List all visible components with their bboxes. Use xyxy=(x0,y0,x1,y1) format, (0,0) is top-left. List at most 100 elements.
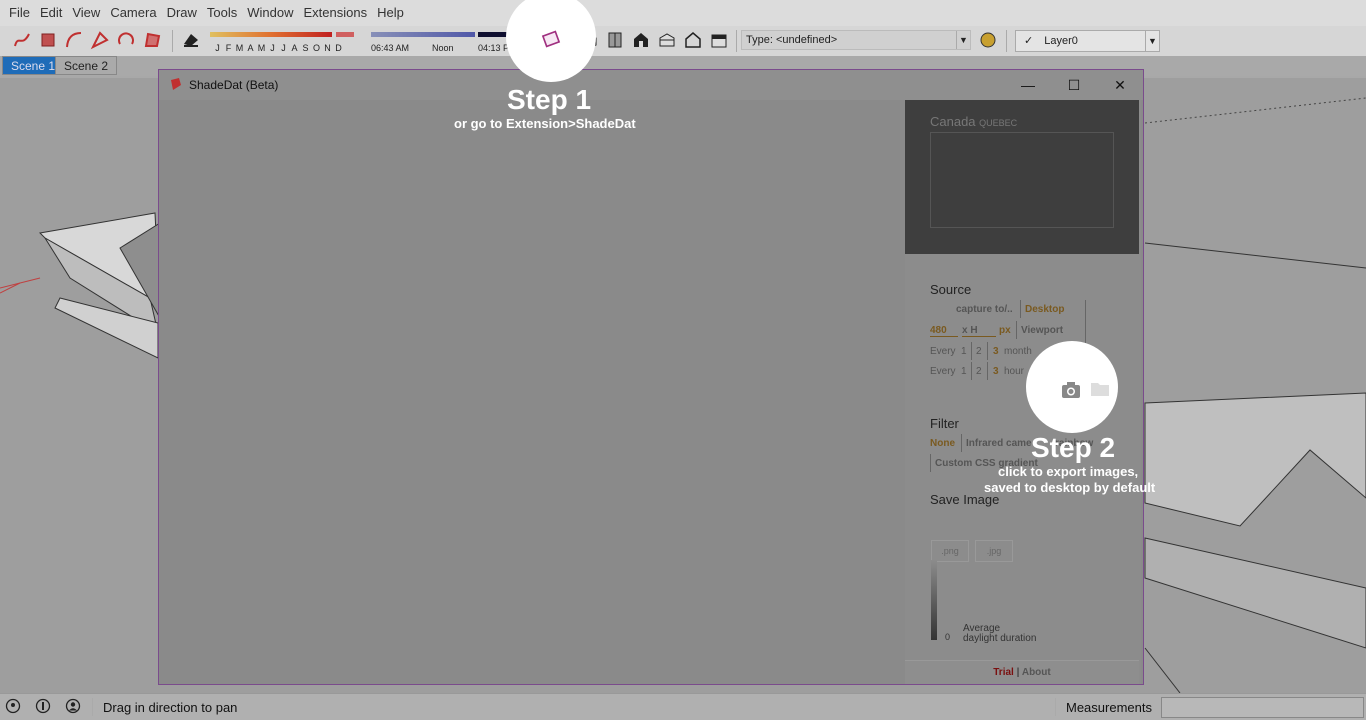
time-start-label: 06:43 AM xyxy=(371,43,410,53)
sketchup-app-icon xyxy=(171,78,181,90)
maximize-button[interactable]: ☐ xyxy=(1051,70,1097,100)
back-view-icon[interactable] xyxy=(683,30,703,50)
dialog-titlebar[interactable]: ShadeDat (Beta) — ☐ ✕ xyxy=(159,70,1143,100)
shadow-date-bar-end xyxy=(336,32,354,37)
month-label: F xyxy=(225,43,232,53)
px-label: px xyxy=(999,325,1011,336)
toolbar-separator xyxy=(736,30,737,52)
two-point-arc-icon[interactable] xyxy=(90,30,110,50)
about-link[interactable]: About xyxy=(1022,667,1051,678)
month-step-2[interactable]: 2 xyxy=(976,346,982,357)
legend-text: Average daylight duration xyxy=(963,624,1036,644)
classifier-icon[interactable] xyxy=(978,30,998,50)
hour-step-3[interactable]: 3 xyxy=(993,366,999,377)
step2-subtitle-line1: click to export images, xyxy=(998,464,1139,479)
height-input[interactable]: x H xyxy=(962,325,996,337)
close-button[interactable]: ✕ xyxy=(1097,70,1143,100)
separator xyxy=(971,362,972,380)
legend-zero-label: 0 xyxy=(945,632,951,642)
shadow-date-slider[interactable]: JFMAMJJASOND xyxy=(208,29,358,55)
location-country[interactable]: Canada QUEBEC xyxy=(930,114,1017,129)
width-input[interactable]: 480 xyxy=(930,325,958,337)
location-header: Canada QUEBEC xyxy=(905,100,1139,254)
time-noon-label: Noon xyxy=(432,43,454,53)
status-separator xyxy=(1055,698,1056,716)
source-title: Source xyxy=(930,282,972,297)
save-jpg-button[interactable]: .jpg xyxy=(975,540,1013,562)
menu-bar: File Edit View Camera Draw Tools Window … xyxy=(0,0,1366,26)
month-label: J xyxy=(215,43,220,53)
account-icon[interactable] xyxy=(65,698,81,714)
type-select-label: Type: <undefined> xyxy=(746,34,838,46)
separator xyxy=(961,434,962,452)
menu-edit[interactable]: Edit xyxy=(35,0,67,26)
month-label: J xyxy=(281,43,286,53)
shadow-time-slider[interactable]: 06:43 AM Noon 04:13 PM xyxy=(368,29,520,55)
shadows-toggle-icon[interactable] xyxy=(181,30,201,50)
hour-step-2[interactable]: 2 xyxy=(976,366,982,377)
dialog-title: ShadeDat (Beta) xyxy=(189,78,279,92)
menu-tools[interactable]: Tools xyxy=(202,0,242,26)
top-view-icon[interactable] xyxy=(605,30,625,50)
filter-none-option[interactable]: None xyxy=(930,438,955,449)
step2-subtitle-line2: saved to desktop by default xyxy=(984,480,1156,495)
filter-infrared-option[interactable]: Infrared came xyxy=(966,438,1032,449)
rectangle-icon[interactable] xyxy=(38,30,58,50)
step1-title: Step 1 xyxy=(507,84,592,115)
menu-camera[interactable]: Camera xyxy=(105,0,161,26)
toolbar: JFMAMJJASOND 06:43 AM Noon 04:13 PM Type… xyxy=(0,26,1366,56)
freehand-icon[interactable] xyxy=(12,30,32,50)
menu-file[interactable]: File xyxy=(4,0,35,26)
month-step-1[interactable]: 1 xyxy=(961,346,967,357)
capture-to-option[interactable]: capture to/.. xyxy=(956,304,1013,315)
polygon-icon[interactable] xyxy=(142,30,162,50)
month-label: J xyxy=(270,43,275,53)
shadedat-dialog: ShadeDat (Beta) — ☐ ✕ Canada QUEBEC Sour… xyxy=(158,69,1144,685)
menu-help[interactable]: Help xyxy=(372,0,409,26)
folder-icon[interactable] xyxy=(1090,381,1110,397)
front-view-icon[interactable] xyxy=(631,30,651,50)
month-unit-label: month xyxy=(1004,346,1032,357)
right-view-icon[interactable] xyxy=(657,30,677,50)
measurements-input[interactable] xyxy=(1161,697,1364,718)
month-label: M xyxy=(235,43,244,53)
menu-draw[interactable]: Draw xyxy=(162,0,202,26)
time-bar xyxy=(371,32,475,37)
menu-window[interactable]: Window xyxy=(242,0,298,26)
camera-icon[interactable] xyxy=(1061,381,1081,399)
viewport-option[interactable]: Viewport xyxy=(1021,325,1063,336)
status-hint: Drag in direction to pan xyxy=(103,700,238,715)
location-map[interactable] xyxy=(930,132,1114,228)
layer-check-icon: ✓ xyxy=(1024,35,1034,47)
chevron-down-icon[interactable]: ▼ xyxy=(956,31,970,49)
type-select[interactable]: Type: <undefined> ▼ xyxy=(741,30,971,50)
shadedat-icon[interactable] xyxy=(540,28,562,50)
chevron-down-icon[interactable]: ▼ xyxy=(1145,31,1159,51)
layer-select-label: Layer0 xyxy=(1044,35,1078,47)
panel-footer: Trial | About xyxy=(905,660,1139,684)
trial-link[interactable]: Trial xyxy=(993,667,1014,678)
month-label: O xyxy=(312,43,320,53)
measurements-label: Measurements xyxy=(1066,700,1152,715)
left-view-icon[interactable] xyxy=(709,30,729,50)
layer-select[interactable]: ✓ Layer0 ▼ xyxy=(1015,30,1160,52)
step2-title: Step 2 xyxy=(1031,432,1116,463)
save-png-button[interactable]: .png xyxy=(931,540,969,562)
arc-icon[interactable] xyxy=(64,30,84,50)
desktop-option[interactable]: Desktop xyxy=(1025,304,1064,315)
menu-extensions[interactable]: Extensions xyxy=(299,0,373,26)
hour-unit-label: hour xyxy=(1004,366,1025,377)
hour-step-1[interactable]: 1 xyxy=(961,366,967,377)
shadow-date-bar xyxy=(210,32,332,37)
legend-line-2: daylight duration xyxy=(963,633,1037,644)
minimize-button[interactable]: — xyxy=(1005,70,1051,100)
credits-icon[interactable] xyxy=(35,698,51,714)
status-separator xyxy=(92,698,93,716)
pie-icon[interactable] xyxy=(116,30,136,50)
tab-scene-2[interactable]: Scene 2 xyxy=(55,56,118,75)
menu-view[interactable]: View xyxy=(67,0,105,26)
geolocation-icon[interactable] xyxy=(5,698,21,714)
month-label: M xyxy=(257,43,266,53)
month-label: S xyxy=(302,43,309,53)
month-step-3[interactable]: 3 xyxy=(993,346,999,357)
